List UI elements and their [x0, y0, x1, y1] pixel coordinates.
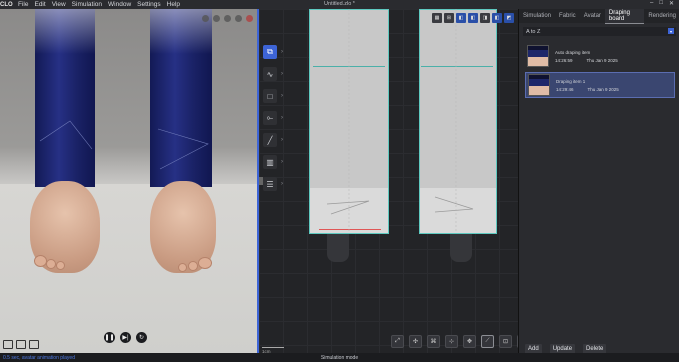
tab-simulation[interactable]: Simulation	[519, 9, 555, 23]
viewport-3d-bottom-tools	[3, 340, 39, 349]
draping-thumbnail	[528, 74, 550, 96]
reset-button[interactable]: ↻	[136, 332, 147, 343]
close-button[interactable]: ✕	[669, 0, 674, 7]
next-frame-button[interactable]: ▶|	[120, 332, 131, 343]
snapshot-icon[interactable]	[3, 340, 13, 349]
display-option-icon[interactable]: ◧	[492, 13, 502, 23]
panel-tabs: Simulation Fabric Avatar Draping board R…	[519, 8, 679, 24]
minimize-button[interactable]: –	[650, 0, 653, 7]
pant-seam-lines	[39, 120, 209, 170]
display-option-icon[interactable]: ◧	[468, 13, 478, 23]
seam-icon[interactable]: ⊹	[445, 335, 458, 348]
draping-list-item[interactable]: Draping item 1 14:29:46 Thu Jan 9 2025	[525, 72, 675, 98]
display-option-icon[interactable]: ◨	[480, 13, 490, 23]
menu-simulation[interactable]: Simulation	[72, 1, 102, 8]
display-option-icon[interactable]: ◩	[504, 13, 514, 23]
draping-item-name: Auto draping item	[555, 49, 591, 55]
display-option-icon[interactable]: ◧	[456, 13, 466, 23]
pause-button[interactable]: ❚❚	[104, 332, 115, 343]
view-toolbar: ▦ ⊞ ◧ ◧ ◨ ◧ ◩	[432, 13, 514, 23]
sort-label: A to Z	[526, 28, 541, 35]
menu-bar: CLO File Edit View Simulation Window Set…	[0, 0, 679, 9]
draping-item-time: 14:26:59	[555, 57, 573, 63]
draping-item-date: Thu Jan 9 2025	[587, 86, 619, 92]
dart-shapes	[326, 9, 474, 232]
draping-list-item[interactable]: Auto draping item 14:26:59 Thu Jan 9 202…	[525, 43, 675, 69]
grid-icon[interactable]: ⊞	[444, 13, 454, 23]
tab-fabric[interactable]: Fabric	[555, 9, 580, 23]
chevron-down-icon[interactable]: ▾	[668, 28, 674, 34]
left-toe	[46, 259, 56, 269]
viewport-3d-toolbar	[202, 15, 253, 22]
draping-thumbnail	[527, 45, 549, 67]
menu-edit[interactable]: Edit	[34, 1, 45, 8]
display-icon[interactable]	[202, 15, 209, 22]
sort-dropdown[interactable]: A to Z ▾	[523, 27, 676, 36]
arrange-icon[interactable]: ✥	[463, 335, 476, 348]
transform-icon[interactable]: ⤢	[391, 335, 404, 348]
viewport-3d[interactable]: ❚❚ ▶| ↻	[0, 9, 257, 353]
pin-icon[interactable]: ⊡	[499, 335, 512, 348]
status-bar: 0.5 sec, avatar animation played Simulat…	[0, 353, 679, 362]
light-icon[interactable]	[213, 15, 220, 22]
view-option-icon[interactable]: ▦	[432, 13, 442, 23]
tab-draping-board[interactable]: Draping board	[604, 8, 645, 24]
menu-view[interactable]: View	[52, 1, 66, 8]
draping-item-time: 14:29:46	[556, 86, 574, 92]
left-toe	[56, 261, 65, 270]
camera-icon[interactable]	[29, 340, 39, 349]
playback-controls: ❚❚ ▶| ↻	[104, 332, 147, 343]
mode-indicator: Simulation mode	[320, 354, 359, 361]
app-logo: CLO	[0, 1, 13, 8]
record-icon[interactable]	[246, 15, 253, 22]
menu-help[interactable]: Help	[167, 1, 180, 8]
edit-curve-icon[interactable]: ⌘	[427, 335, 440, 348]
right-panel: Simulation Fabric Avatar Draping board R…	[518, 8, 679, 354]
draping-item-date: Thu Jan 9 2025	[586, 57, 618, 63]
right-toe	[188, 261, 198, 271]
tab-avatar[interactable]: Avatar	[580, 9, 605, 23]
menu-file[interactable]: File	[18, 1, 28, 8]
draping-item-name: Draping item 1	[556, 78, 586, 84]
left-toe	[34, 255, 47, 267]
menu-settings[interactable]: Settings	[137, 1, 161, 8]
edit-point-icon[interactable]: ✣	[409, 335, 422, 348]
avatar-icon[interactable]	[224, 15, 231, 22]
viewport-2d[interactable]: ⧉ › ∿ › □ › ⟜ › ╱ › ▥ › ☰ › ▦ ⊞ ◧ ◧ ◨ ◧ ◩ ⤢ ✣ ⌘…	[259, 9, 518, 353]
segment-sewing-icon[interactable]: ⟋	[481, 335, 494, 348]
pattern-bottom-toolbar: ⤢ ✣ ⌘ ⊹ ✥ ⟋ ⊡ ⊟	[391, 335, 518, 348]
texture-icon[interactable]	[235, 15, 242, 22]
window-controls: – □ ✕	[650, 0, 679, 7]
right-toe	[198, 257, 212, 269]
menu-window[interactable]: Window	[108, 1, 131, 8]
avatar-pose-icon[interactable]	[16, 340, 26, 349]
tab-rendering[interactable]: Rendering	[644, 9, 679, 23]
right-toe	[178, 263, 187, 272]
maximize-button[interactable]: □	[659, 0, 663, 7]
